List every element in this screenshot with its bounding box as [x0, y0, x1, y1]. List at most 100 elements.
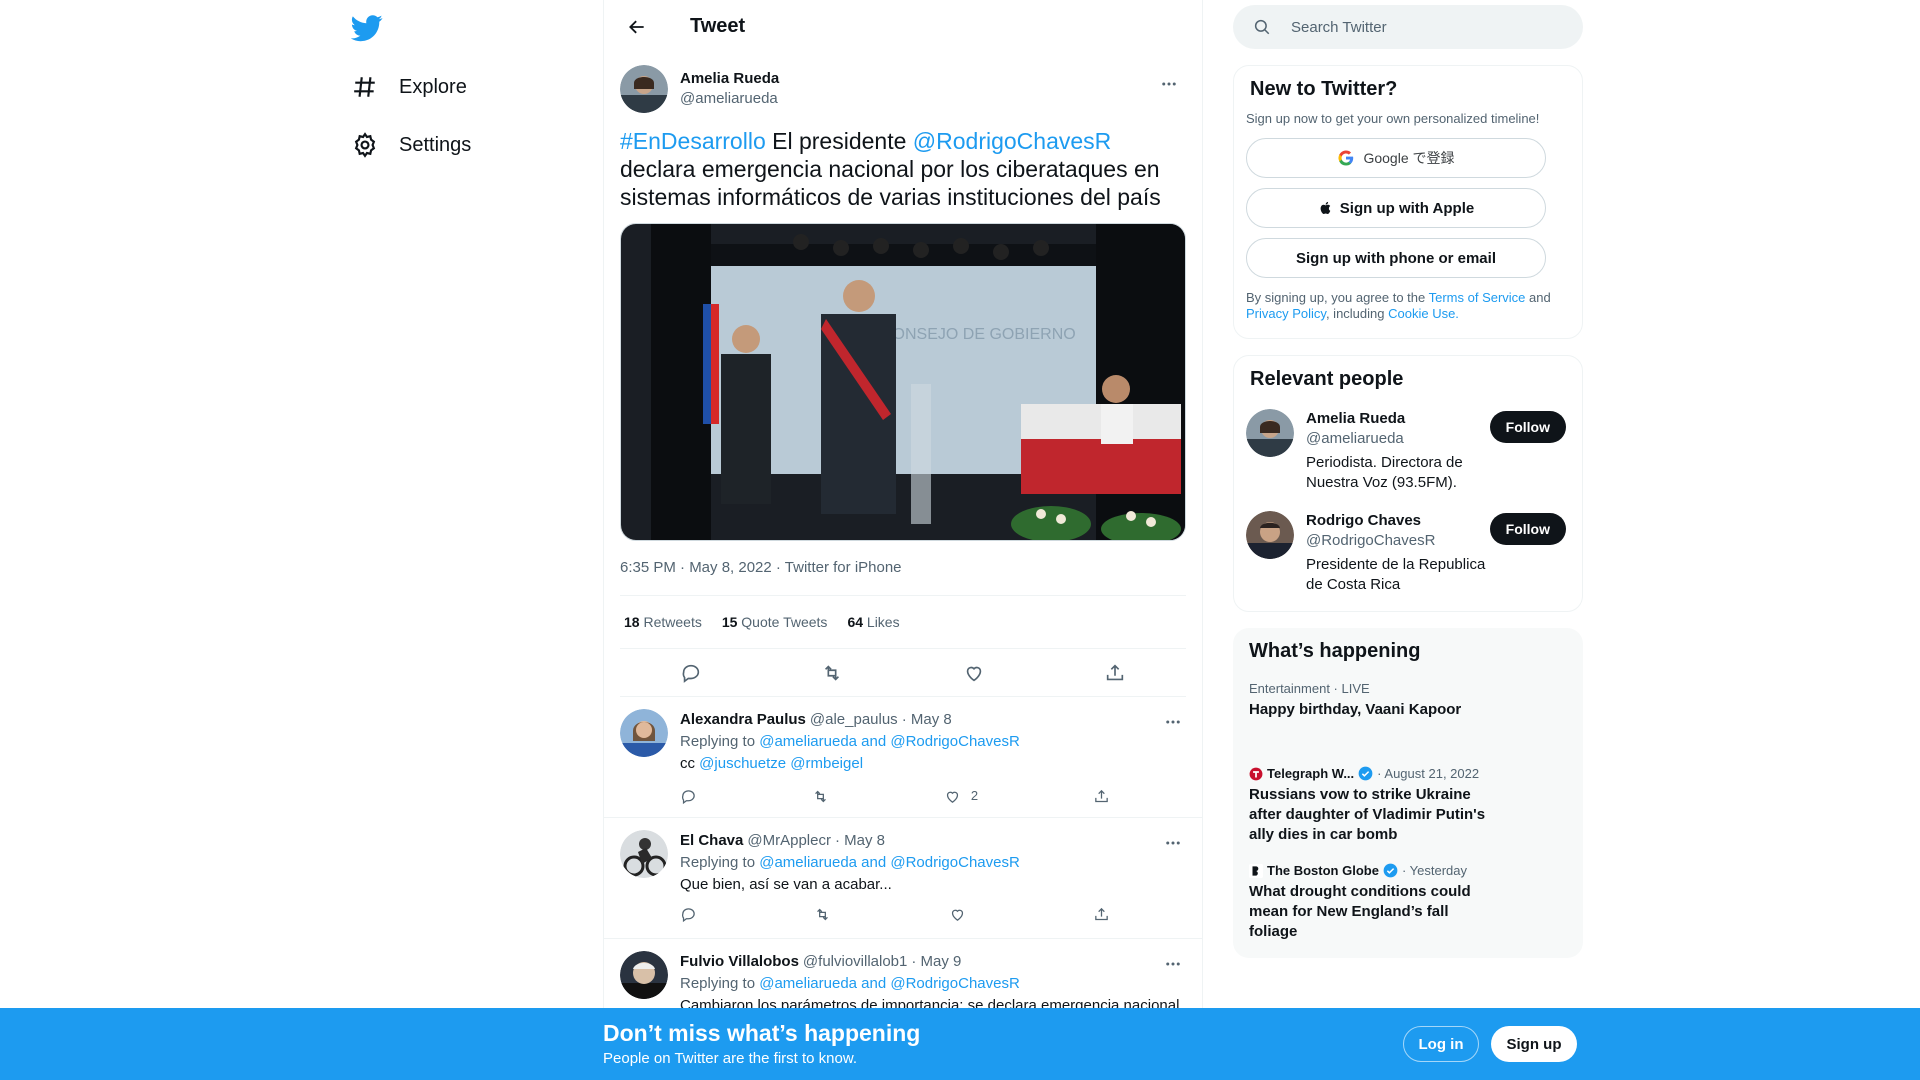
nav-explore[interactable]: Explore: [351, 63, 467, 111]
reply-text-prefix: cc: [680, 755, 700, 772]
person-handle[interactable]: @RodrigoChavesR: [1306, 531, 1496, 551]
reply-item[interactable]: El Chava @MrApplecr · May 8 Replying to @a…: [604, 818, 1202, 939]
person-name[interactable]: Amelia Rueda: [1306, 409, 1496, 429]
follow-button[interactable]: Follow: [1489, 411, 1566, 443]
login-button[interactable]: Log in: [1403, 1026, 1479, 1062]
author-avatar[interactable]: [620, 65, 668, 113]
retweet-button[interactable]: [812, 785, 829, 807]
more-icon: [1162, 82, 1176, 86]
reply-author-handle[interactable]: @ale_paulus: [810, 709, 898, 731]
more-options-button[interactable]: [1152, 67, 1186, 101]
author-name[interactable]: Amelia Rueda: [680, 69, 779, 89]
trend-source: The Boston Globe: [1267, 863, 1379, 878]
person-handle[interactable]: @ameliarueda: [1306, 429, 1496, 449]
more-icon: [1166, 841, 1180, 845]
reply-button[interactable]: [680, 785, 697, 807]
trend-date: · Yesterday: [1401, 863, 1467, 878]
retweets-count: 18: [624, 614, 640, 630]
email-signup-button[interactable]: Sign up with phone or email: [1246, 238, 1546, 278]
reply-avatar[interactable]: [620, 951, 668, 999]
retweets-stat[interactable]: 18 Retweets: [624, 614, 702, 630]
search-box[interactable]: [1233, 5, 1583, 49]
reply-date[interactable]: · May 8: [835, 830, 885, 852]
mention-link[interactable]: @RodrigoChavesR: [913, 128, 1112, 154]
more-options-button[interactable]: [1156, 705, 1190, 739]
cookie-link[interactable]: Cookie Use.: [1388, 306, 1459, 321]
trend-item[interactable]: Entertainment · LIVE Happy birthday, Vaa…: [1245, 681, 1571, 720]
retweets-label: Retweets: [643, 614, 702, 630]
verified-badge-icon: [1383, 863, 1398, 878]
share-button[interactable]: [1093, 785, 1110, 807]
right-sidebar: New to Twitter? Sign up now to get your …: [1233, 0, 1583, 1080]
reply-author-name[interactable]: Fulvio Villalobos: [680, 951, 799, 973]
reply-date[interactable]: · May 9: [911, 951, 961, 973]
reply-button[interactable]: [671, 653, 711, 693]
whats-happening-card: What’s happening Entertainment · LIVE Ha…: [1233, 628, 1583, 958]
nav-explore-label: Explore: [399, 75, 467, 98]
terms-link[interactable]: Terms of Service: [1429, 290, 1526, 305]
privacy-link[interactable]: Privacy Policy: [1246, 306, 1326, 321]
replying-to-link[interactable]: @ameliarueda and @RodrigoChavesR: [759, 854, 1020, 871]
reply-avatar[interactable]: [620, 709, 668, 757]
trend-title: Russians vow to strike Ukraine after dau…: [1249, 786, 1486, 843]
reply-author-handle[interactable]: @fulviovillalob1: [803, 951, 907, 973]
like-button[interactable]: [949, 906, 976, 923]
gear-icon: [351, 131, 379, 159]
author-handle[interactable]: @ameliarueda: [680, 89, 779, 109]
follow-button[interactable]: Follow: [1489, 513, 1566, 545]
replying-to-link[interactable]: @ameliarueda and @RodrigoChavesR: [759, 975, 1020, 992]
relevant-people-card: Relevant people Amelia Rueda @ameliarued…: [1233, 355, 1583, 612]
tweet-timestamp[interactable]: 6:35 PM · May 8, 2022 · Twitter for iPho…: [620, 557, 1186, 579]
person-name[interactable]: Rodrigo Chaves: [1306, 511, 1496, 531]
relevant-people-title: Relevant people: [1250, 368, 1404, 390]
reply-mentions[interactable]: @juschuetze @rmbeigel: [699, 755, 863, 772]
hash-icon: [351, 73, 379, 101]
heart-icon: [966, 666, 981, 681]
reply-author-name[interactable]: El Chava: [680, 830, 743, 852]
reply-avatar[interactable]: [620, 830, 668, 878]
replying-label: Replying to: [680, 854, 760, 871]
retweet-button[interactable]: [812, 653, 852, 693]
reply-button[interactable]: [680, 906, 697, 923]
signup-legal-text: By signing up, you agree to the Terms of…: [1246, 290, 1570, 322]
telegraph-logo-icon: [1249, 767, 1263, 780]
trend-source: Telegraph W...: [1267, 766, 1355, 781]
search-input[interactable]: [1291, 18, 1551, 36]
reply-author-handle[interactable]: @MrApplecr: [747, 830, 831, 852]
trend-item[interactable]: Telegraph W... · August 21, 2022 Russian…: [1245, 766, 1571, 845]
replying-label: Replying to: [680, 975, 760, 992]
hashtag-link[interactable]: #EnDesarrollo: [620, 128, 766, 154]
more-options-button[interactable]: [1156, 826, 1190, 860]
retweet-icon: [817, 908, 829, 921]
back-button[interactable]: [620, 10, 654, 44]
retweet-button[interactable]: [814, 906, 831, 923]
likes-stat[interactable]: 64 Likes: [847, 614, 899, 630]
reply-date[interactable]: · May 8: [902, 709, 952, 731]
tweet-photo[interactable]: CONSEJO DE GOBIERNO: [620, 223, 1186, 541]
apple-signup-button[interactable]: Sign up with Apple: [1246, 188, 1546, 228]
reply-author-name[interactable]: Alexandra Paulus: [680, 709, 806, 731]
google-signup-button[interactable]: Google で登録: [1246, 138, 1546, 178]
google-icon: [1338, 150, 1354, 166]
reply-item[interactable]: Alexandra Paulus @ale_paulus · May 8 Reply…: [604, 697, 1202, 818]
quotes-stat[interactable]: 15 Quote Tweets: [722, 614, 828, 630]
like-button[interactable]: 2: [944, 785, 978, 807]
trend-item[interactable]: The Boston Globe · Yesterday What drough…: [1245, 863, 1571, 942]
signup-button[interactable]: Sign up: [1491, 1026, 1577, 1062]
nav-settings[interactable]: Settings: [351, 121, 471, 169]
person-avatar[interactable]: [1246, 409, 1294, 457]
like-button[interactable]: [954, 653, 994, 693]
person-item[interactable]: Amelia Rueda @ameliarueda Periodista. Di…: [1246, 409, 1570, 493]
main-column: Tweet Amelia Rueda @ameliarueda #EnDesar…: [603, 0, 1203, 1080]
replying-to-link[interactable]: @ameliarueda and @RodrigoChavesR: [759, 733, 1020, 750]
more-icon: [1166, 720, 1180, 724]
person-item[interactable]: Rodrigo Chaves @RodrigoChavesR President…: [1246, 511, 1570, 595]
tweet-text: #EnDesarrollo El presidente @RodrigoChav…: [620, 127, 1186, 211]
more-options-button[interactable]: [1156, 947, 1190, 981]
tweet-stats: 18 Retweets 15 Quote Tweets 64 Likes: [620, 595, 1186, 649]
verified-badge-icon: [1358, 766, 1373, 781]
twitter-bird-icon[interactable]: [350, 12, 383, 44]
share-button[interactable]: [1095, 653, 1135, 693]
person-avatar[interactable]: [1246, 511, 1294, 559]
share-button[interactable]: [1093, 906, 1110, 923]
